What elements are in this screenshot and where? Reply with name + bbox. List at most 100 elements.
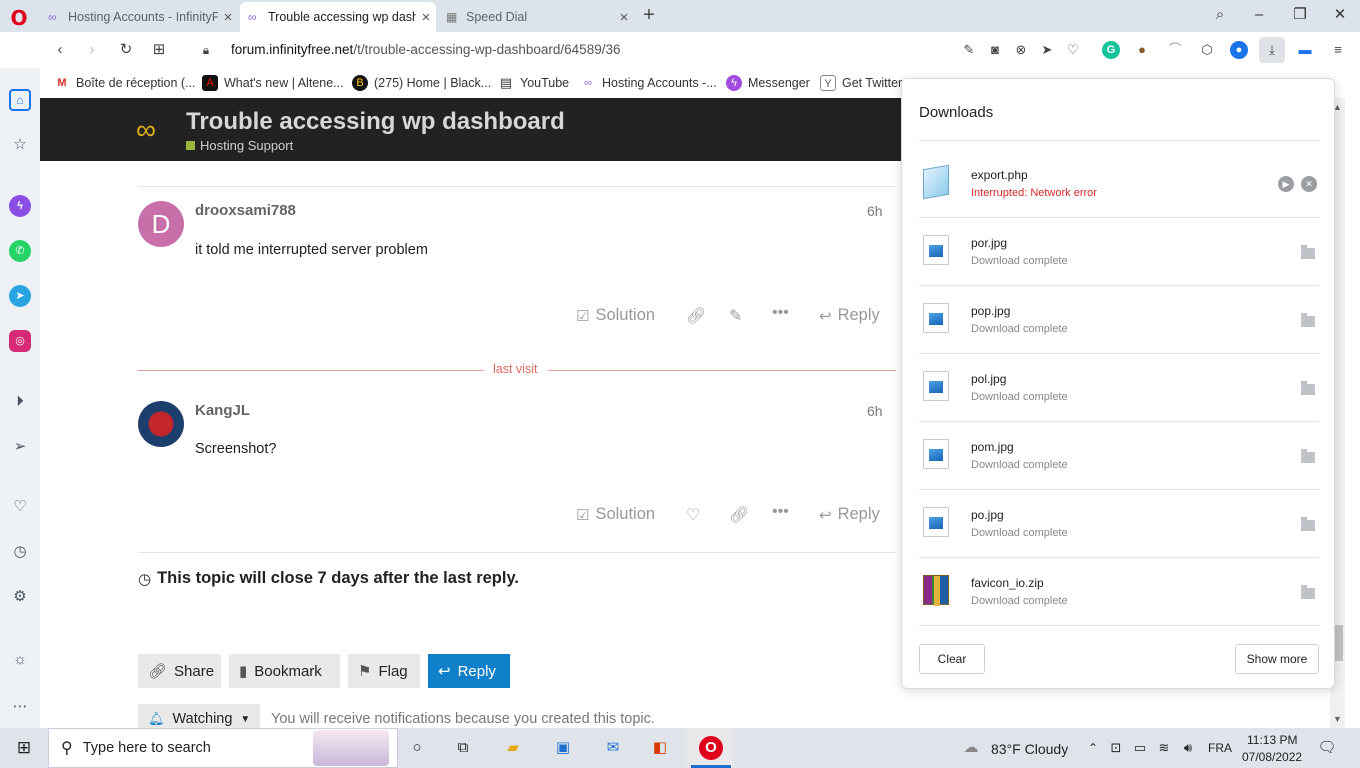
link-icon[interactable]: 🔗︎ bbox=[686, 306, 706, 326]
bookmark-altenen[interactable]: A What's new | Altene... bbox=[202, 75, 344, 91]
folder-icon[interactable] bbox=[1301, 449, 1315, 463]
instagram-icon[interactable]: ◎ bbox=[9, 330, 31, 352]
input-language[interactable]: FRA bbox=[1208, 741, 1232, 755]
reload-button[interactable]: ↻ bbox=[115, 39, 137, 61]
scroll-down-icon[interactable]: ▼ bbox=[1333, 714, 1342, 724]
office-icon[interactable]: ◧ bbox=[648, 738, 672, 758]
block-icon[interactable]: ⊗ bbox=[1012, 41, 1030, 59]
download-filename[interactable]: po.jpg bbox=[971, 508, 1004, 522]
tab-grid-icon[interactable]: ⊞ bbox=[148, 39, 170, 61]
download-item[interactable]: po.jpg Download complete bbox=[919, 489, 1319, 557]
folder-icon[interactable] bbox=[1301, 245, 1315, 259]
bookmark-get-twitter[interactable]: Y Get Twitter bbox=[820, 75, 902, 91]
home-icon[interactable]: ⌂ bbox=[9, 89, 31, 111]
messenger-icon[interactable]: ϟ bbox=[9, 195, 31, 217]
camera-icon[interactable]: ◙ bbox=[986, 41, 1004, 59]
file-explorer-icon[interactable]: ▰ bbox=[501, 738, 525, 758]
download-filename[interactable]: export.php bbox=[971, 168, 1028, 182]
solution-button[interactable]: ☑ Solution bbox=[576, 505, 655, 524]
bookmark-button[interactable]: ▮ Bookmark bbox=[229, 654, 340, 688]
download-item[interactable]: export.php Interrupted: Network error ▶ … bbox=[919, 149, 1319, 217]
remove-icon[interactable]: ✕ bbox=[1301, 176, 1317, 192]
history-icon[interactable]: ◷ bbox=[9, 541, 31, 563]
close-tab-icon[interactable]: × bbox=[614, 9, 634, 26]
tab-hosting-accounts[interactable]: ∞ Hosting Accounts - InfinityFree × bbox=[40, 2, 238, 32]
flow-send-icon[interactable]: ➢ bbox=[9, 436, 31, 458]
download-filename[interactable]: pom.jpg bbox=[971, 440, 1014, 454]
battery-saver-icon[interactable]: ▬ bbox=[1296, 41, 1314, 59]
folder-icon[interactable] bbox=[1301, 517, 1315, 531]
heart-icon[interactable]: ♡ bbox=[9, 496, 31, 518]
maximize-button[interactable]: ❐ bbox=[1287, 4, 1313, 26]
clear-downloads-button[interactable]: Clear bbox=[919, 644, 985, 674]
url-field[interactable]: forum.infinityfree.net/t/trouble-accessi… bbox=[231, 42, 620, 57]
lock-icon[interactable]: 🔒︎ bbox=[195, 39, 217, 61]
post-age[interactable]: 6h bbox=[867, 203, 883, 219]
reply-topic-button[interactable]: ↩ Reply bbox=[428, 654, 510, 688]
close-tab-icon[interactable]: × bbox=[416, 9, 436, 26]
minimize-button[interactable]: – bbox=[1246, 4, 1272, 26]
windows-start-icon[interactable]: ⊞ bbox=[14, 738, 34, 758]
folder-icon[interactable] bbox=[1301, 381, 1315, 395]
arc-icon[interactable]: ⌒ bbox=[1166, 41, 1184, 59]
bookmark-blackhat[interactable]: B (275) Home | Black... bbox=[352, 75, 491, 91]
battery-icon[interactable]: ▭ bbox=[1132, 738, 1148, 758]
download-item[interactable]: pom.jpg Download complete bbox=[919, 421, 1319, 489]
taskbar-search[interactable]: ⚲ Type here to search bbox=[48, 728, 398, 768]
tab-speed-dial[interactable]: ▦ Speed Dial × bbox=[438, 2, 634, 32]
back-button[interactable]: ‹ bbox=[49, 39, 71, 61]
infinityfree-logo-icon[interactable]: ∞ bbox=[136, 116, 156, 144]
more-icon[interactable]: ⋯ bbox=[9, 696, 31, 718]
link-icon[interactable]: 🔗︎ bbox=[729, 505, 749, 525]
download-filename[interactable]: pop.jpg bbox=[971, 304, 1010, 318]
opera-menu-icon[interactable]: O bbox=[8, 7, 30, 29]
grammarly-icon[interactable]: G bbox=[1102, 41, 1120, 59]
bookmark-hosting-accounts[interactable]: ∞ Hosting Accounts -... bbox=[580, 75, 717, 91]
profile-icon[interactable]: ● bbox=[1230, 41, 1248, 59]
post-age[interactable]: 6h bbox=[867, 403, 883, 419]
close-window-button[interactable]: ✕ bbox=[1327, 4, 1353, 26]
easy-setup-icon[interactable]: ≡ bbox=[1329, 41, 1347, 59]
extension-icon[interactable]: ● bbox=[1133, 41, 1151, 59]
close-tab-icon[interactable]: × bbox=[218, 9, 238, 26]
player-icon[interactable]: ⏵ bbox=[9, 391, 31, 413]
task-view-icon[interactable]: ⧉ bbox=[451, 738, 475, 758]
lightbulb-icon[interactable]: ☼ bbox=[9, 649, 31, 671]
resume-icon[interactable]: ▶ bbox=[1278, 176, 1294, 192]
downloads-icon[interactable]: ⤓ bbox=[1259, 37, 1285, 63]
bookmark-youtube[interactable]: ▤ YouTube bbox=[498, 75, 569, 91]
store-icon[interactable]: ▣ bbox=[551, 738, 575, 758]
whatsapp-icon[interactable]: ✆ bbox=[9, 240, 31, 262]
notification-level-dropdown[interactable]: 🔔︎ Watching ▼ bbox=[138, 704, 261, 728]
reply-button[interactable]: ↩ Reply bbox=[819, 306, 880, 325]
notifications-icon[interactable]: 🗨︎ bbox=[1317, 738, 1337, 758]
tab-search-icon[interactable]: ⌕ bbox=[1207, 4, 1233, 26]
tab-trouble-accessing[interactable]: ∞ Trouble accessing wp dashboard × bbox=[240, 2, 436, 32]
new-tab-button[interactable]: + bbox=[638, 4, 660, 26]
solution-button[interactable]: ☑ Solution bbox=[576, 306, 655, 325]
meet-now-icon[interactable]: ⊡ bbox=[1108, 738, 1124, 758]
folder-icon[interactable] bbox=[1301, 313, 1315, 327]
tray-overflow-icon[interactable]: ⌃ bbox=[1085, 738, 1101, 758]
cortana-icon[interactable]: ○ bbox=[405, 738, 429, 758]
clock-date[interactable]: 07/08/2022 bbox=[1242, 750, 1302, 764]
heart-icon[interactable]: ♡ bbox=[1064, 41, 1082, 59]
bookmark-messenger[interactable]: ϟ Messenger bbox=[726, 75, 810, 91]
share-button[interactable]: 🔗︎ Share bbox=[138, 654, 221, 688]
forward-button[interactable]: › bbox=[81, 39, 103, 61]
like-heart-icon[interactable]: ♡ bbox=[686, 505, 700, 525]
wifi-icon[interactable]: ≋ bbox=[1156, 738, 1172, 758]
more-actions-icon[interactable]: ••• bbox=[772, 503, 789, 521]
settings-icon[interactable]: ⚙ bbox=[9, 586, 31, 608]
bookmark-gmail[interactable]: M Boîte de réception (... bbox=[54, 75, 195, 91]
download-filename[interactable]: por.jpg bbox=[971, 236, 1007, 250]
cube-icon[interactable]: ⬡ bbox=[1198, 41, 1216, 59]
download-item[interactable]: favicon_io.zip Download complete bbox=[919, 557, 1319, 625]
flag-button[interactable]: ⚑ Flag bbox=[348, 654, 420, 688]
send-icon[interactable]: ➤ bbox=[1038, 41, 1056, 59]
mail-icon[interactable]: ✉ bbox=[600, 738, 626, 758]
bookmarks-icon[interactable]: ☆ bbox=[9, 134, 31, 156]
edit-icon[interactable]: ✎ bbox=[960, 41, 978, 59]
reply-button[interactable]: ↩ Reply bbox=[819, 505, 880, 524]
username[interactable]: KangJL bbox=[195, 402, 250, 419]
